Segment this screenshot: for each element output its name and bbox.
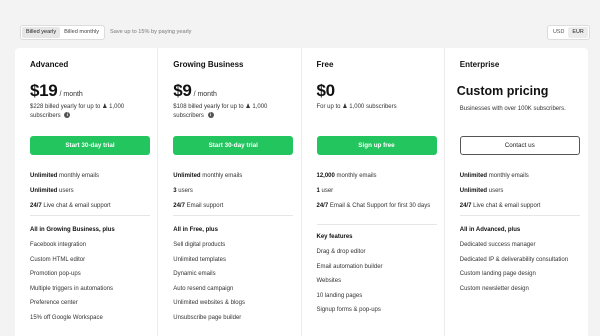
user-icon: ♟ bbox=[245, 104, 251, 110]
extras-item: Sell digital products bbox=[173, 242, 226, 248]
info-icon[interactable]: i bbox=[64, 112, 71, 119]
price-period: / month bbox=[59, 91, 83, 98]
price-period: / month bbox=[193, 91, 217, 98]
contact-us-button[interactable]: Contact us bbox=[459, 136, 580, 155]
extras-list: Sell digital products Unlimited template… bbox=[173, 242, 298, 329]
billing-text: For up to bbox=[316, 104, 341, 110]
plan-name: Growing Business bbox=[173, 60, 244, 69]
subscriber-count: 1,000 bbox=[349, 104, 365, 110]
extras-item: Unsubscribe page builder bbox=[173, 314, 242, 321]
feature-item: 24/7 Live chat & email support bbox=[30, 203, 111, 209]
plan-card-growing-business: Growing Business $9 / month $108 billed … bbox=[158, 48, 302, 336]
plan-name: Free bbox=[316, 60, 334, 69]
feature-item: Unlimited users bbox=[459, 188, 504, 194]
start-trial-button[interactable]: Start 30-day trial bbox=[173, 136, 294, 155]
subscriber-label: subscribers bbox=[173, 113, 204, 119]
extras-item: Dynamic emails bbox=[173, 271, 216, 277]
divider bbox=[459, 215, 580, 216]
plan-price: $19 bbox=[30, 81, 58, 100]
extras-title: All in Growing Business, plus bbox=[30, 227, 115, 233]
feature-item: 1 user bbox=[316, 188, 334, 194]
pricing-grid: Advanced $19 / month $228 billed yearly … bbox=[15, 48, 588, 336]
feature-item: 3 users bbox=[173, 188, 193, 194]
extras-item: Unlimited templates bbox=[173, 256, 226, 263]
price-row: $19 / month bbox=[30, 81, 83, 101]
plan-price: $0 bbox=[316, 81, 336, 100]
divider bbox=[173, 215, 294, 216]
subscriber-label: subscribers bbox=[30, 113, 61, 119]
price-row: $9 / month bbox=[173, 81, 217, 101]
feature-item: Unlimited monthly emails bbox=[173, 173, 243, 179]
feature-list: Unlimited monthly emails Unlimited users… bbox=[30, 172, 152, 217]
billing-text: $108 billed yearly for up to bbox=[173, 104, 244, 110]
extras-item: Unlimited websites & blogs bbox=[173, 300, 245, 306]
price-subtext: $228 billed yearly for up to ♟ 1,000 sub… bbox=[30, 103, 152, 121]
extras-item: Dedicated success manager bbox=[459, 242, 536, 248]
subscriber-count: 1,000 bbox=[109, 104, 125, 110]
user-icon: ♟ bbox=[342, 104, 348, 110]
billing-text: $228 billed yearly for up to bbox=[30, 104, 101, 110]
feature-item: 24/7 Email support bbox=[173, 203, 224, 209]
plan-price: $9 bbox=[173, 81, 192, 100]
extras-item: Websites bbox=[316, 278, 342, 284]
extras-item: Auto resend campaign bbox=[173, 285, 234, 292]
currency-usd-option[interactable]: USD bbox=[549, 27, 568, 38]
feature-item: Unlimited monthly emails bbox=[459, 173, 529, 179]
extras-item: 10 landing pages bbox=[316, 292, 363, 299]
extras-list: Dedicated success manager Dedicated IP &… bbox=[460, 242, 585, 300]
billed-monthly-option[interactable]: Billed monthly bbox=[60, 27, 103, 38]
extras-item: Multiple triggers in automations bbox=[30, 285, 114, 292]
user-icon: ♟ bbox=[102, 104, 108, 110]
feature-item: Unlimited users bbox=[30, 188, 74, 194]
extras-title: All in Advanced, plus bbox=[459, 227, 521, 233]
extras-item: Facebook integration bbox=[30, 242, 87, 248]
extras-list: Facebook integration Custom HTML editor … bbox=[30, 242, 155, 329]
extras-item: Email automation builder bbox=[316, 263, 383, 270]
extras-item: Drag & drop editor bbox=[316, 249, 366, 255]
top-bar: Billed yearly Billed monthly Save up to … bbox=[0, 0, 600, 44]
feature-list: Unlimited monthly emails Unlimited users… bbox=[460, 172, 582, 217]
extras-title: All in Free, plus bbox=[173, 227, 218, 233]
plan-card-free: Free $0 For up to ♟ 1,000 subscribers Si… bbox=[302, 48, 445, 336]
plan-name: Advanced bbox=[30, 60, 69, 69]
extras-title: Key features bbox=[316, 234, 353, 240]
extras-item: Preference center bbox=[30, 300, 78, 306]
billing-toggle[interactable]: Billed yearly Billed monthly bbox=[20, 25, 105, 40]
price-subtext: $108 billed yearly for up to ♟ 1,000 sub… bbox=[173, 103, 295, 121]
plan-card-enterprise: Enterprise Custom pricing Businesses wit… bbox=[445, 48, 588, 336]
price-subtext: For up to ♟ 1,000 subscribers bbox=[317, 103, 439, 112]
feature-item: Unlimited monthly emails bbox=[30, 173, 100, 179]
plan-name: Enterprise bbox=[459, 60, 500, 69]
start-trial-button[interactable]: Start 30-day trial bbox=[30, 136, 150, 155]
price-subtext: Businesses with over 100K subscribers. bbox=[459, 106, 566, 112]
extras-list: Drag & drop editor Email automation buil… bbox=[317, 249, 442, 322]
info-icon[interactable]: i bbox=[207, 112, 214, 119]
subscriber-count: 1,000 bbox=[252, 104, 268, 110]
sign-up-free-button[interactable]: Sign up free bbox=[316, 136, 437, 155]
save-note: Save up to 15% by paying yearly bbox=[110, 29, 192, 35]
divider bbox=[316, 224, 437, 225]
price-row: $0 bbox=[316, 81, 336, 101]
feature-list: 12,000 monthly emails 1 user 24/7 Email … bbox=[317, 172, 439, 217]
extras-item: Promotion pop-ups bbox=[30, 271, 81, 277]
plan-card-advanced: Advanced $19 / month $228 billed yearly … bbox=[15, 48, 159, 336]
extras-item: Signup forms & pop-ups bbox=[316, 307, 381, 313]
billed-yearly-option[interactable]: Billed yearly bbox=[22, 27, 61, 38]
divider bbox=[30, 215, 150, 216]
feature-item: 24/7 Email & Chat Support for first 30 d… bbox=[316, 203, 431, 209]
extras-item: 15% off Google Workspace bbox=[30, 314, 103, 321]
extras-item: Custom newsletter design bbox=[459, 285, 529, 292]
subscriber-label: subscribers bbox=[365, 104, 397, 110]
extras-item: Custom landing page design bbox=[459, 271, 536, 277]
extras-item: Dedicated IP & deliverability consultati… bbox=[459, 256, 569, 263]
feature-item: 12,000 monthly emails bbox=[316, 173, 377, 179]
currency-toggle[interactable]: USD EUR bbox=[547, 25, 590, 40]
feature-list: Unlimited monthly emails 3 users 24/7 Em… bbox=[173, 172, 295, 217]
extras-item: Custom HTML editor bbox=[30, 256, 86, 263]
currency-eur-option[interactable]: EUR bbox=[568, 27, 588, 38]
custom-pricing: Custom pricing bbox=[456, 84, 549, 98]
feature-item: 24/7 Live chat & email support bbox=[459, 203, 541, 209]
